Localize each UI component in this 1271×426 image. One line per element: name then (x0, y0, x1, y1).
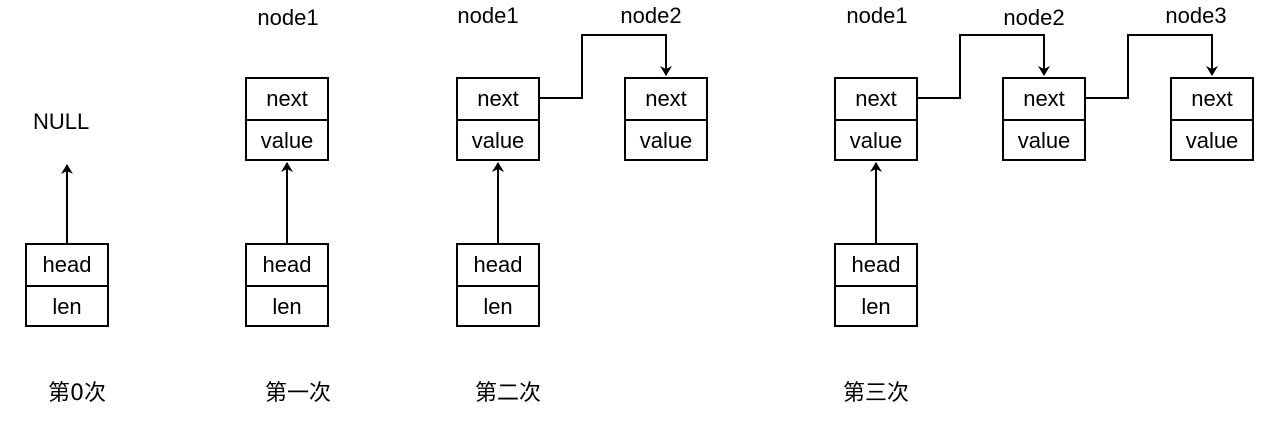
step3-node3-box: next value (1170, 77, 1254, 161)
value-cell: value (1185, 128, 1239, 153)
value-cell: value (471, 128, 525, 153)
len-cell: len (483, 294, 513, 319)
value-cell: value (260, 128, 314, 153)
step0-caption: 第0次 (48, 381, 106, 406)
next-cell: next (247, 79, 327, 121)
step3-node1-box: next value (834, 77, 918, 161)
head-cell: head (27, 245, 107, 287)
step2-node2-box: next value (624, 77, 708, 161)
connector-layer (61, 34, 1218, 243)
len-cell: len (272, 294, 302, 319)
step2-list-struct: head len (456, 243, 540, 327)
head-cell: head (458, 245, 538, 287)
diagram-canvas: NULL head len 第0次 node1 next value head … (0, 0, 1271, 426)
step3-caption: 第三次 (842, 381, 910, 406)
head-cell: head (247, 245, 327, 287)
step1-caption: 第一次 (264, 381, 332, 406)
value-cell: value (1017, 128, 1071, 153)
len-cell: len (861, 294, 891, 319)
step3-list-struct: head len (834, 243, 918, 327)
next-cell: next (1172, 79, 1252, 121)
head-cell: head (836, 245, 916, 287)
step3-node3-label: node3 (1165, 3, 1227, 28)
value-cell: value (639, 128, 693, 153)
step1-list-struct: head len (245, 243, 329, 327)
step1-node1-label: node1 (257, 5, 319, 30)
step3-node1-label: node1 (846, 3, 908, 28)
next-cell: next (836, 79, 916, 121)
step3-node2-label: node2 (1003, 5, 1065, 30)
step2-node2-label: node2 (620, 3, 682, 28)
step1-node1-box: next value (245, 77, 329, 161)
step2-node1-box: next value (456, 77, 540, 161)
null-label: NULL (33, 109, 90, 134)
step2-node1-label: node1 (457, 3, 519, 28)
value-cell: value (849, 128, 903, 153)
next-cell: next (626, 79, 706, 121)
next-cell: next (458, 79, 538, 121)
len-cell: len (52, 294, 82, 319)
next-cell: next (1004, 79, 1084, 121)
step2-caption: 第二次 (474, 381, 542, 406)
step0-list-struct: head len (25, 243, 109, 327)
step3-node2-box: next value (1002, 77, 1086, 161)
